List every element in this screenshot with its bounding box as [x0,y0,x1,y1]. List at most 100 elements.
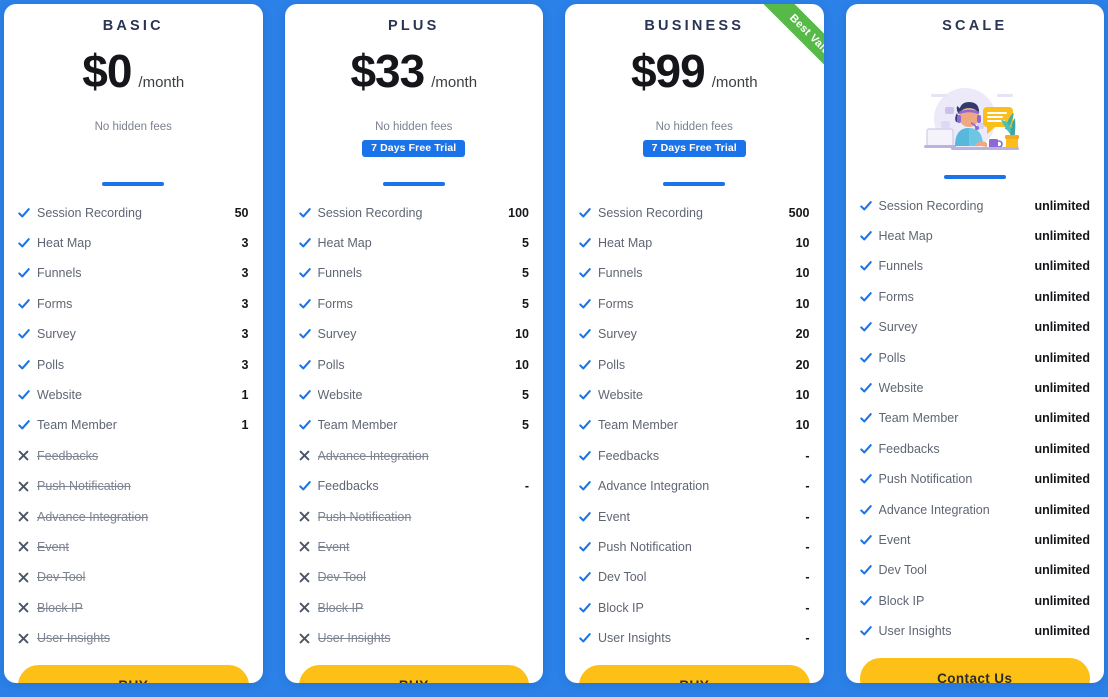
feature-value: unlimited [1034,259,1090,274]
feature-row: Block IP [299,593,530,623]
card-header: BASIC $0 /month No hidden fees 7 Days Fr… [4,4,263,198]
check-icon [859,322,872,332]
check-icon [298,267,318,279]
feature-value: 10 [515,357,529,372]
pricing-plans-grid: BASIC $0 /month No hidden fees 7 Days Fr… [0,0,1108,697]
cta-button-business[interactable]: BUY [579,665,810,683]
feature-value: unlimited [1034,472,1090,487]
feature-label: Polls [878,350,906,365]
check-icon [859,382,879,394]
cross-icon [299,633,318,644]
feature-row: Website 5 [298,380,529,410]
check-icon [859,474,872,484]
feature-label: User Insights [37,631,110,646]
feature-label: Website [878,381,924,396]
pricing-card-basic: BASIC $0 /month No hidden fees 7 Days Fr… [4,4,263,683]
feature-row: Feedbacks unlimited [859,434,1090,464]
check-icon [298,480,318,492]
check-icon [579,237,598,249]
feature-label: Forms [878,289,914,304]
check-icon [18,359,30,370]
plan-price-period: /month [711,74,758,91]
feature-label: Forms [598,296,634,311]
check-icon [859,565,872,575]
cross-icon [299,542,309,552]
feature-row: User Insights [18,623,249,653]
cta-button-plus[interactable]: BUY [298,665,529,683]
feature-value: unlimited [1034,198,1090,213]
cross-icon [299,511,318,522]
cross-icon [18,633,29,644]
feature-row: Session Recording unlimited [859,191,1090,221]
check-icon [579,359,598,371]
check-icon [579,542,591,552]
feature-label: Feedbacks [317,479,379,494]
card-footer: BUY [285,653,544,683]
feature-list: Session Recording 100 Heat Map 5 Funnels 5 For… [285,198,544,654]
feature-label: Advance Integration [598,479,710,494]
check-icon [579,450,591,461]
feature-value: - [805,448,810,463]
header-divider [102,182,165,186]
check-icon [18,298,37,310]
check-icon [859,383,872,393]
feature-label: Block IP [878,593,925,608]
check-icon [298,207,311,218]
cta-button-basic[interactable]: BUY [18,665,249,683]
card-header: SCALE [846,4,1105,191]
check-icon [18,268,30,278]
check-icon [298,359,311,370]
plan-price-amount: $99 [630,45,706,97]
header-divider [663,182,726,186]
check-icon [18,420,30,430]
no-hidden-fees-text: No hidden fees [94,121,172,133]
feature-label: User Insights [598,631,671,646]
check-icon [579,268,591,278]
feature-row: User Insights [299,623,530,653]
check-icon [579,572,591,582]
feature-row: Funnels unlimited [859,251,1090,281]
feature-value: 20 [795,327,810,342]
cta-button-scale[interactable]: Contact Us [859,658,1090,683]
feature-value: - [805,600,810,615]
feature-value: unlimited [1034,350,1090,365]
feature-value: unlimited [1034,320,1090,335]
check-icon [859,413,872,423]
feature-value: - [805,570,810,585]
check-icon [859,321,879,333]
check-icon [18,419,37,431]
feature-row: Feedbacks - [298,471,529,501]
feature-value: unlimited [1034,381,1090,396]
feature-value: unlimited [1034,411,1090,426]
check-icon [859,473,879,485]
free-trial-badge: 7 Days Free Trial [362,140,466,157]
cross-icon [18,481,37,492]
check-icon [859,625,879,637]
check-icon [579,481,591,491]
check-icon [298,207,318,219]
no-hidden-fees-text: No hidden fees [655,121,733,133]
feature-label: Push Notification [878,472,973,487]
feature-row: Feedbacks [18,441,249,471]
check-icon [579,207,591,218]
check-icon [859,564,879,576]
feature-label: Event [317,539,350,554]
header-divider [943,175,1006,179]
check-icon [298,328,318,340]
feature-row: Polls unlimited [859,342,1090,372]
check-icon [579,632,598,644]
check-icon [579,298,598,310]
check-icon [579,238,591,248]
feature-value: 3 [241,236,249,251]
feature-label: Dev Tool [878,563,927,578]
feature-row: Dev Tool [299,562,530,592]
plan-name-scale: SCALE [942,18,1008,34]
plan-name-basic: BASIC [102,18,164,34]
feature-value: 10 [515,327,529,342]
feature-row: Polls 3 [18,349,249,379]
feature-row: Heat Map 5 [298,228,529,258]
check-icon [579,329,591,339]
feature-label: Website [37,388,82,403]
check-icon [579,633,591,643]
check-icon [298,298,318,310]
